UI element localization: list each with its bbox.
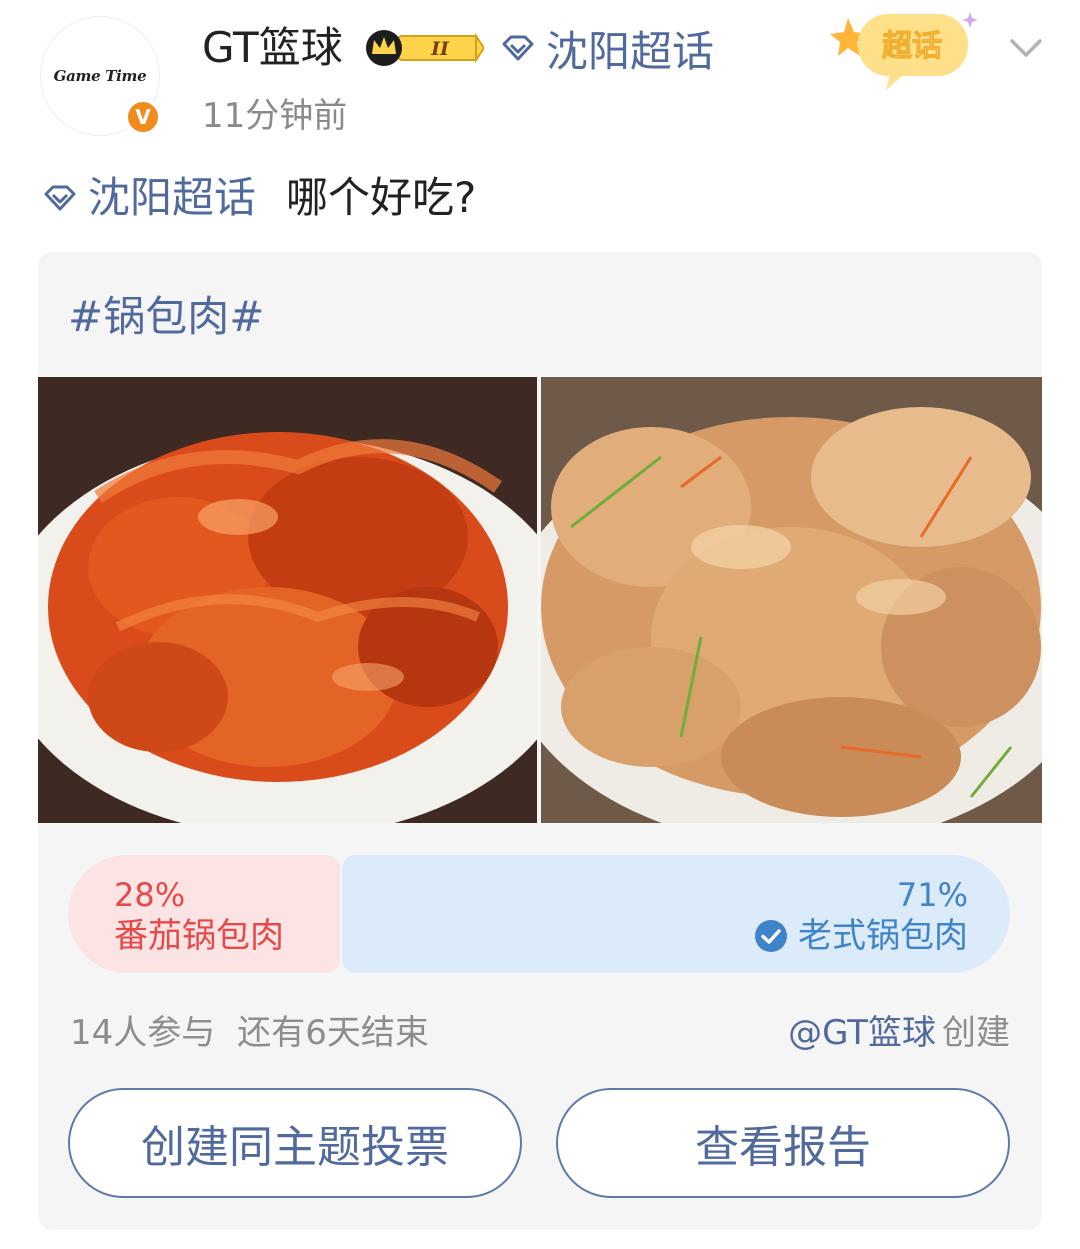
topic-link[interactable]: 沈阳超话 [498, 20, 714, 76]
poll-meta: 14人参与 还有6天结束 [70, 1012, 429, 1054]
poll-deadline: 还有6天结束 [237, 1013, 429, 1053]
crown-rank-badge-icon[interactable]: II [364, 28, 484, 68]
post-text: 沈阳超话 哪个好吃? [40, 170, 476, 226]
poll-creator-suffix: 创建 [942, 1013, 1010, 1053]
poll-creator: @GT篮球 创建 [788, 1012, 1010, 1054]
rank-badge-text: II [430, 38, 450, 60]
classic-dish-photo [541, 377, 1042, 823]
poll-card: #锅包肉# 28% 番茄锅包肉 71% 老式锅包肉 14人参与 还有6天结束 @… [38, 252, 1042, 1230]
post-timestamp: 11分钟前 [202, 96, 348, 136]
view-report-button[interactable]: 查看报告 [556, 1088, 1010, 1198]
poll-creator-link[interactable]: @GT篮球 [788, 1012, 936, 1054]
poll-option-right-label-row: 老式锅包肉 [754, 916, 968, 956]
chevron-down-icon[interactable] [1004, 26, 1048, 70]
supertopic-sticker-text: 超话 [882, 29, 942, 64]
poll-title-hashtag[interactable]: #锅包肉# [68, 292, 264, 342]
poll-option-image-right[interactable] [541, 377, 1042, 823]
tomato-dish-photo [38, 377, 537, 823]
diamond-icon [502, 35, 534, 61]
check-circle-icon [755, 920, 787, 952]
create-same-topic-poll-button[interactable]: 创建同主题投票 [68, 1088, 522, 1198]
verified-badge-icon: V [124, 98, 162, 136]
poll-option-right-label: 老式锅包肉 [798, 916, 968, 956]
username[interactable]: GT篮球 [202, 20, 343, 76]
poll-option-left-label: 番茄锅包肉 [114, 916, 284, 956]
post-topic-link[interactable]: 沈阳超话 [40, 170, 256, 226]
avatar-logo-text: Game Time [53, 67, 147, 85]
poll-participants: 14人参与 [70, 1013, 216, 1053]
topic-link-label: 沈阳超话 [546, 26, 715, 76]
supertopic-sticker-icon[interactable]: 超话 [828, 6, 988, 96]
poll-option-right-percent: 71% [896, 876, 968, 914]
poll-option-image-left[interactable] [38, 377, 537, 823]
post-body-text: 哪个好吃? [286, 173, 477, 222]
poll-option-left-percent: 28% [114, 876, 186, 914]
diamond-icon [44, 185, 76, 211]
post-topic-label: 沈阳超话 [88, 173, 257, 222]
